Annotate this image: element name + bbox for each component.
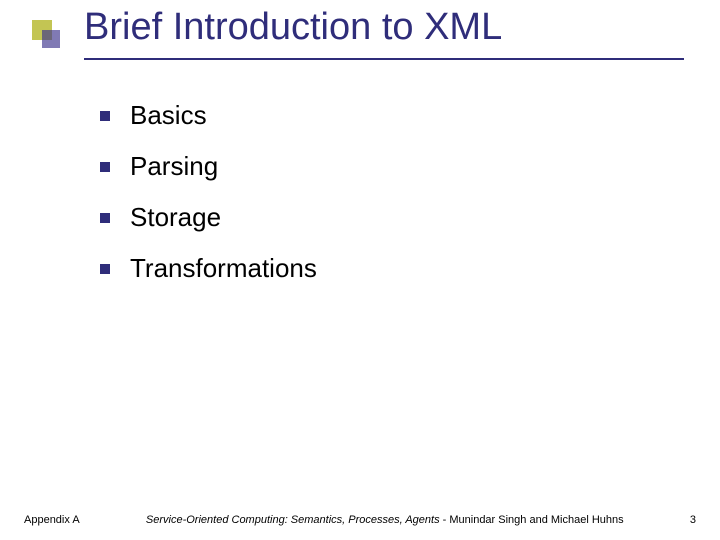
title-squares-icon	[32, 20, 60, 48]
square-bullet-icon	[100, 264, 110, 274]
list-item-label: Transformations	[130, 253, 317, 284]
slide-title: Brief Introduction to XML	[84, 6, 502, 49]
list-item-label: Parsing	[130, 151, 218, 182]
bullet-list: Basics Parsing Storage Transformations	[100, 100, 317, 304]
list-item: Basics	[100, 100, 317, 131]
square-bullet-icon	[100, 111, 110, 121]
footer-left: Appendix A	[24, 514, 80, 526]
footer-book-title: Service-Oriented Computing: Semantics, P…	[146, 514, 440, 526]
footer-authors: - Munindar Singh and Michael Huhns	[440, 514, 624, 526]
list-item: Parsing	[100, 151, 317, 182]
footer-center: Service-Oriented Computing: Semantics, P…	[80, 514, 690, 526]
slide-footer: Appendix A Service-Oriented Computing: S…	[0, 514, 720, 526]
list-item-label: Basics	[130, 100, 207, 131]
slide: Brief Introduction to XML Basics Parsing…	[0, 0, 720, 540]
square-bullet-icon	[100, 213, 110, 223]
list-item-label: Storage	[130, 202, 221, 233]
list-item: Transformations	[100, 253, 317, 284]
slide-header: Brief Introduction to XML	[0, 0, 720, 92]
list-item: Storage	[100, 202, 317, 233]
slide-number: 3	[690, 514, 696, 526]
square-bullet-icon	[100, 162, 110, 172]
title-underline	[84, 58, 684, 60]
